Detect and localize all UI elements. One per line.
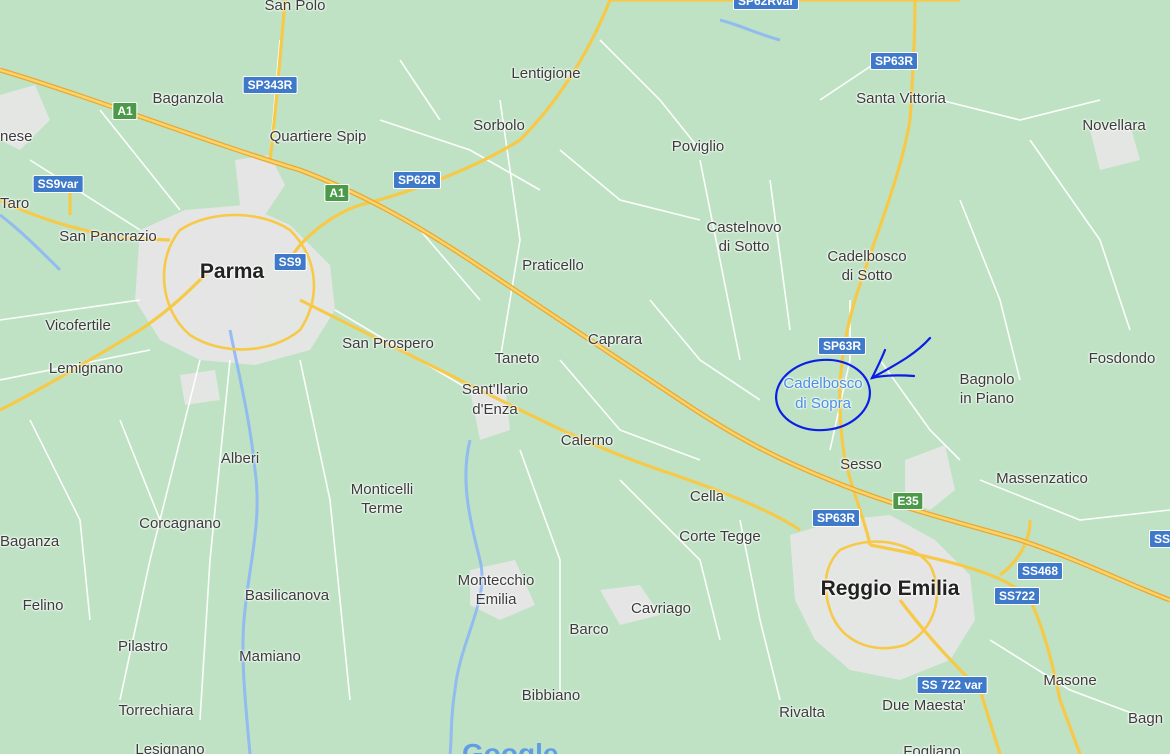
place-label: Novellara <box>1082 117 1146 134</box>
place-label: Castelnovo <box>706 219 782 236</box>
place-label: Fogliano <box>903 743 961 754</box>
place-label: in Piano <box>959 390 1015 407</box>
place-label: Bagnolo <box>959 371 1015 388</box>
place-label: Fosdondo <box>1088 350 1156 367</box>
road-shield: A1 <box>324 184 350 202</box>
place-label: di Sotto <box>841 267 893 284</box>
place-label: Corte Tegge <box>679 528 761 545</box>
place-label: nese <box>0 128 33 145</box>
place-label: San Pancrazio <box>59 228 157 245</box>
road-shield: SS468 <box>1016 562 1064 580</box>
place-label: d'Enza <box>472 401 518 418</box>
place-label: Barco <box>569 621 609 638</box>
road-shield: SS9var <box>32 175 84 193</box>
road-shield: SP62Rvar <box>732 0 800 10</box>
road-shield: SS 722 var <box>916 676 988 694</box>
google-logo: Google <box>462 738 559 754</box>
road-shield: SP343R <box>242 76 298 94</box>
place-label: Basilicanova <box>244 587 330 604</box>
road-shield: SP63R <box>817 337 867 355</box>
place-label: Pilastro <box>117 638 169 655</box>
road-shield: SP62R <box>392 171 442 189</box>
place-label: Baganzola <box>152 90 224 107</box>
road-shield: SS9 <box>273 253 307 271</box>
road-shield: SS <box>1148 530 1170 548</box>
road-shield: SP63R <box>869 52 919 70</box>
place-label: Cavriago <box>630 600 692 617</box>
place-label: Vicofertile <box>45 317 111 334</box>
place-label: Baganza <box>0 533 60 550</box>
place-label: Cella <box>689 488 725 505</box>
place-label: Torrechiara <box>118 702 194 719</box>
place-label-highlighted: Cadelbosco <box>783 375 863 392</box>
place-label: Montecchio <box>457 572 535 589</box>
place-label-highlighted: di Sopra <box>795 395 851 412</box>
place-label: Sorbolo <box>473 117 525 134</box>
place-label: Sesso <box>840 456 882 473</box>
place-label: Bibbiano <box>521 687 581 704</box>
place-label: Felino <box>22 597 64 614</box>
place-label: Caprara <box>587 331 643 348</box>
road-shield: E35 <box>892 492 924 510</box>
place-label: Alberi <box>220 450 260 467</box>
place-label: Mamiano <box>239 648 301 665</box>
place-label: Monticelli <box>350 481 414 498</box>
place-label: Rivalta <box>779 704 825 721</box>
place-label: Due Maesta' <box>882 697 966 714</box>
place-label: Lemignano <box>48 360 124 377</box>
place-label: Lentigione <box>511 65 581 82</box>
place-label: Massenzatico <box>996 470 1088 487</box>
place-label: di Sotto <box>718 238 770 255</box>
place-label-city: Parma <box>199 260 265 283</box>
map-canvas[interactable]: San Polo Lentigione Baganzola Quartiere … <box>0 0 1170 754</box>
place-label: Corcagnano <box>139 515 221 532</box>
place-label: Taro <box>0 195 30 212</box>
place-label: Sant'Ilario <box>461 381 529 398</box>
place-label: Emilia <box>475 591 517 608</box>
road-shield: A1 <box>112 102 138 120</box>
place-label: Praticello <box>522 257 584 274</box>
place-label: Lesignano <box>135 741 205 754</box>
place-label: Quartiere Spip <box>269 128 367 145</box>
place-label: Terme <box>361 500 403 517</box>
place-label: Cadelbosco <box>827 248 907 265</box>
place-label: Santa Vittoria <box>856 90 946 107</box>
place-label: Taneto <box>494 350 540 367</box>
road-shield: SP63R <box>811 509 861 527</box>
place-label: Poviglio <box>671 138 725 155</box>
place-label-city: Reggio Emilia <box>820 577 960 600</box>
place-label: San Prospero <box>342 335 434 352</box>
road-shield: SS722 <box>993 587 1041 605</box>
place-label: Bagn <box>1128 710 1164 727</box>
place-label: Masone <box>1043 672 1097 689</box>
place-label: Calerno <box>560 432 614 449</box>
place-label: San Polo <box>264 0 326 14</box>
